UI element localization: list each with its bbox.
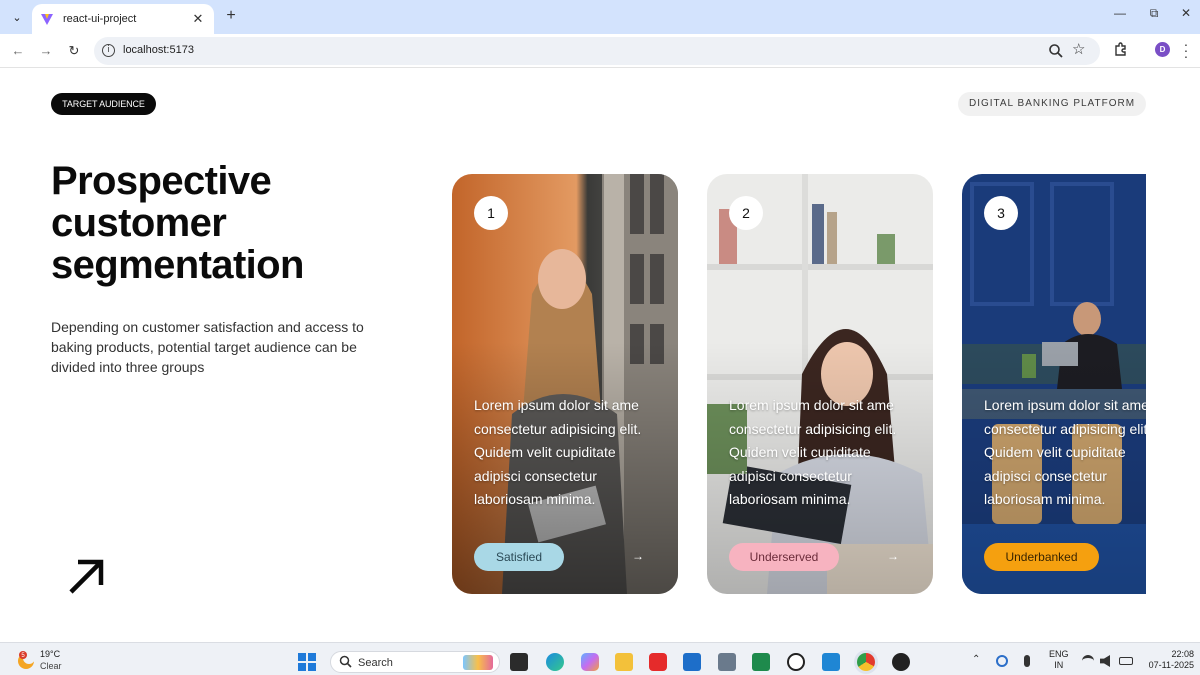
task-view-icon[interactable] — [510, 653, 528, 671]
card-arrow-icon[interactable]: → — [887, 549, 899, 563]
taskbar-search[interactable]: Search — [330, 651, 500, 673]
browser-menu-icon[interactable]: · · · — [1183, 37, 1189, 63]
page-title: Prospective customer segmentation — [51, 159, 304, 287]
weather-condition: Clear — [40, 661, 62, 671]
weather-moon-icon[interactable]: 5 — [16, 650, 36, 670]
tab-search-chevron-icon[interactable]: ⌄ — [6, 6, 28, 28]
url-text[interactable]: localhost:5173 — [123, 44, 194, 56]
extensions-icon[interactable] — [1113, 41, 1129, 57]
segment-card-underbanked[interactable]: 3 Lorem ipsum dolor sit ame consectetur … — [962, 174, 1146, 594]
edge-browser-icon[interactable] — [546, 653, 564, 671]
profile-avatar[interactable]: D — [1155, 42, 1170, 57]
card-number-badge: 1 — [474, 196, 508, 230]
volume-icon[interactable] — [1100, 655, 1110, 667]
browser-tab-bar: ⌄ react-ui-project ✕ + — ⧉ ✕ — [0, 0, 1200, 34]
restore-icon[interactable]: ⧉ — [1144, 6, 1164, 21]
back-icon[interactable]: ← — [8, 41, 28, 61]
weather-temperature: 19°C — [40, 649, 61, 659]
tray-overflow-icon[interactable]: ⌃ — [972, 654, 980, 665]
tab-title: react-ui-project — [63, 13, 137, 25]
photos-icon[interactable] — [718, 653, 736, 671]
github-desktop-icon[interactable] — [892, 653, 910, 671]
microphone-icon[interactable] — [1024, 655, 1030, 667]
segment-tag-underbanked[interactable]: Underbanked — [984, 543, 1099, 571]
clock[interactable]: 22:08 07-11-2025 — [1146, 649, 1194, 671]
zoom-icon[interactable] — [1048, 43, 1064, 59]
window-close-icon[interactable]: ✕ — [1176, 6, 1196, 20]
battery-icon[interactable] — [1119, 657, 1133, 665]
excel-icon[interactable] — [752, 653, 770, 671]
language-indicator[interactable]: ENG IN — [1049, 649, 1069, 671]
search-highlight-icon — [463, 655, 493, 670]
browser-tab[interactable]: react-ui-project ✕ — [32, 4, 214, 34]
file-explorer-icon[interactable] — [615, 653, 633, 671]
vscode-icon[interactable] — [822, 653, 840, 671]
arrow-up-right-icon[interactable] — [66, 556, 108, 598]
search-icon — [339, 655, 352, 668]
segment-card-underserved[interactable]: 2 Lorem ipsum dolor sit ame consectetur … — [707, 174, 933, 594]
card-arrow-icon[interactable]: → — [632, 549, 644, 563]
clock-date: 07-11-2025 — [1148, 660, 1194, 670]
windows-taskbar: 5 19°C Clear Search ⌃ ENG IN 22:08 07-11… — [0, 642, 1200, 675]
segment-card-satisfied[interactable]: 1 Lorem ipsum dolor sit ame consectetur … — [452, 174, 678, 594]
youtube-icon[interactable] — [649, 653, 667, 671]
chrome-icon[interactable] — [857, 653, 875, 671]
copilot-icon[interactable] — [581, 653, 599, 671]
forward-icon[interactable]: → — [36, 41, 56, 61]
site-info-icon[interactable]: i — [102, 44, 115, 57]
card-description: Lorem ipsum dolor sit ame consectetur ad… — [729, 397, 897, 507]
chatgpt-icon[interactable] — [787, 653, 805, 671]
sync-icon[interactable] — [996, 655, 1008, 667]
segment-tag-underserved[interactable]: Underserved — [729, 543, 839, 571]
new-tab-button[interactable]: + — [222, 6, 240, 26]
search-label: Search — [358, 657, 393, 669]
microsoft-store-icon[interactable] — [683, 653, 701, 671]
language-code: ENG — [1049, 649, 1069, 659]
clock-time: 22:08 — [1171, 649, 1194, 659]
language-region: IN — [1054, 660, 1064, 670]
card-description: Lorem ipsum dolor sit ame consectetur ad… — [474, 397, 642, 507]
minimize-icon[interactable]: — — [1110, 6, 1130, 20]
windows-start-icon[interactable] — [298, 653, 316, 671]
vite-logo-icon — [41, 14, 53, 25]
target-audience-badge: TARGET AUDIENCE — [51, 93, 156, 115]
bookmark-star-icon[interactable]: ☆ — [1072, 40, 1085, 58]
page-description: Depending on customer satisfaction and a… — [51, 319, 364, 375]
card-description: Lorem ipsum dolor sit ame consectetur ad… — [984, 397, 1146, 507]
reload-icon[interactable]: ↻ — [64, 41, 84, 61]
browser-toolbar: ← → ↻ i localhost:5173 ☆ D · · · — [0, 34, 1200, 68]
card-number-badge: 2 — [729, 196, 763, 230]
card-number-badge: 3 — [984, 196, 1018, 230]
wifi-icon[interactable] — [1082, 655, 1094, 667]
segment-tag-satisfied[interactable]: Satisfied — [474, 543, 564, 571]
address-bar[interactable]: i localhost:5173 ☆ — [94, 37, 1100, 65]
platform-badge: DIGITAL BANKING PLATFORM — [958, 92, 1146, 116]
tab-close-icon[interactable]: ✕ — [190, 11, 206, 27]
